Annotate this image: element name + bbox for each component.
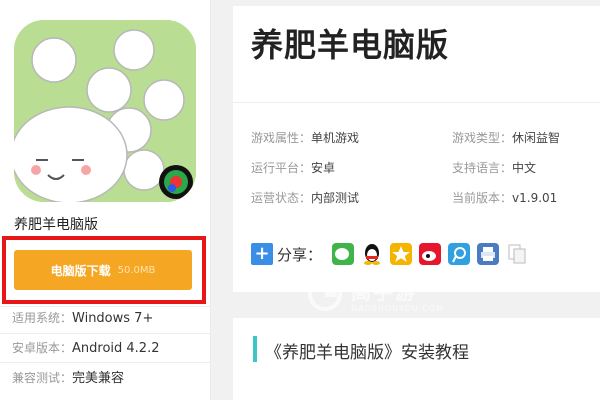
section-accent-bar: [253, 336, 257, 362]
spec-key: 安卓版本：: [12, 341, 73, 355]
qq-icon[interactable]: [361, 243, 384, 265]
divider: [0, 333, 210, 334]
copy-icon[interactable]: [506, 243, 529, 265]
print-icon[interactable]: [477, 243, 500, 265]
wechat-icon[interactable]: [332, 243, 355, 265]
attr-game-property: 游戏属性：单机游戏: [251, 130, 359, 146]
divider: [0, 362, 210, 363]
qzone-icon[interactable]: [390, 243, 413, 265]
weibo-icon[interactable]: [419, 243, 442, 265]
spec-value: 完美兼容: [72, 371, 125, 386]
download-label: 电脑版下载: [50, 263, 111, 278]
attr-value: 安卓: [311, 161, 336, 175]
attr-value: 单机游戏: [311, 131, 360, 145]
attr-key: 当前版本：: [452, 191, 513, 205]
section-title[interactable]: 《养肥羊电脑版》安装教程: [265, 338, 469, 363]
attr-game-type: 游戏类型：休闲益智: [452, 130, 560, 146]
attr-key: 运营状态：: [251, 191, 312, 205]
watermark-domain: GAOSHOUYOU.COM: [351, 304, 445, 313]
share-bar: + 分享：: [251, 240, 535, 268]
attr-key: 游戏属性：: [251, 131, 312, 145]
spec-value: Windows 7+: [72, 311, 154, 326]
attr-value: v1.9.01: [512, 191, 558, 205]
watermark-brand: 高手游: [351, 280, 417, 304]
tutorial-section: 《养肥羊电脑版》安装教程: [233, 318, 600, 400]
share-more-button[interactable]: +: [251, 243, 273, 265]
page-title: 养肥羊电脑版: [251, 26, 450, 64]
spec-key: 兼容测试：: [12, 371, 73, 385]
tencent-weibo-icon[interactable]: [448, 243, 471, 265]
attr-language: 支持语言：中文: [452, 160, 536, 176]
sheep-illustration: [14, 20, 196, 202]
divider: [233, 102, 600, 103]
attr-key: 运行平台：: [251, 161, 312, 175]
game-info-panel: 养肥羊电脑版 游戏属性：单机游戏 游戏类型：休闲益智 运行平台：安卓 支持语言：…: [233, 6, 600, 292]
spec-key: 适用系统：: [12, 311, 73, 325]
attr-value: 休闲益智: [512, 131, 561, 145]
attr-version: 当前版本：v1.9.01: [452, 190, 557, 206]
spec-row-android: 安卓版本：Android 4.2.2: [12, 337, 202, 359]
attr-key: 支持语言：: [452, 161, 513, 175]
app-name: 养肥羊电脑版: [14, 217, 98, 233]
spec-value: Android 4.2.2: [72, 341, 160, 356]
attr-value: 中文: [512, 161, 537, 175]
pc-download-button[interactable]: 电脑版下载 50.0MB: [14, 250, 192, 290]
download-size: 50.0MB: [117, 264, 156, 276]
attr-status: 运营状态：内部测试: [251, 190, 359, 206]
attr-value: 内部测试: [311, 191, 360, 205]
app-icon[interactable]: [14, 20, 196, 202]
left-panel: 养肥羊电脑版 电脑版下载 50.0MB 适用系统：Windows 7+ 安卓版本…: [0, 0, 211, 400]
spec-row-system: 适用系统：Windows 7+: [12, 307, 202, 329]
watermark-logo: 高手游 GAOSHOUYOU.COM: [305, 274, 443, 318]
spec-row-compat: 兼容测试：完美兼容: [12, 367, 202, 389]
attr-platform: 运行平台：安卓: [251, 160, 335, 176]
attr-key: 游戏类型：: [452, 131, 513, 145]
share-label: 分享：: [277, 245, 323, 264]
